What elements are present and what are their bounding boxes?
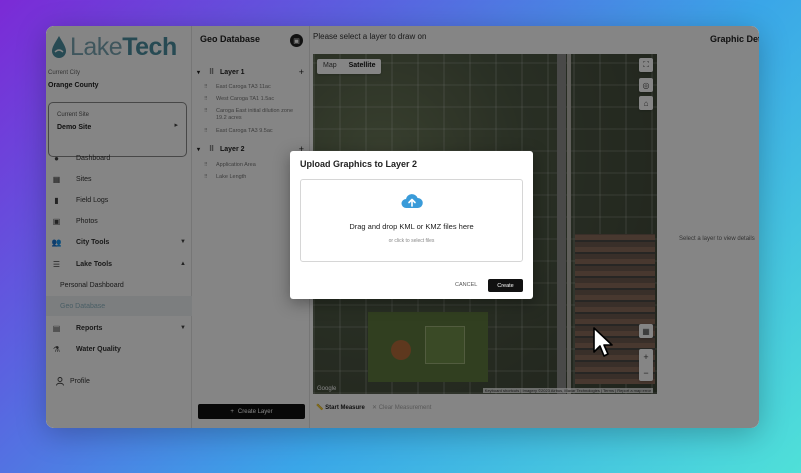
- file-drop-zone[interactable]: Drag and drop KML or KMZ files here or c…: [300, 179, 523, 262]
- drop-zone-main-text: Drag and drop KML or KMZ files here: [349, 222, 474, 231]
- mouse-cursor-icon: [593, 327, 613, 357]
- app-window: LakeTech Current City Orange County Curr…: [46, 26, 759, 428]
- create-button[interactable]: Create: [488, 279, 523, 292]
- cloud-upload-icon: [401, 194, 423, 208]
- upload-graphics-modal: Upload Graphics to Layer 2 Drag and drop…: [290, 151, 533, 299]
- modal-title: Upload Graphics to Layer 2: [300, 159, 418, 169]
- cancel-button[interactable]: CANCEL: [455, 282, 477, 288]
- drop-zone-sub-text: or click to select files: [388, 238, 435, 244]
